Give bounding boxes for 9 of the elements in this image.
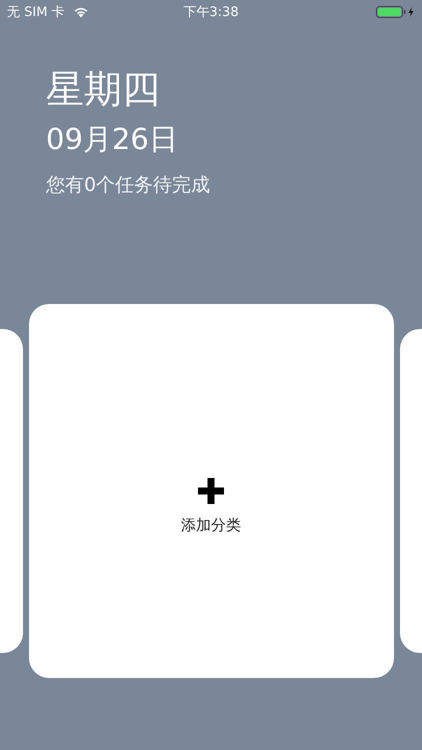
battery-charging-icon: [376, 6, 416, 18]
wifi-icon: [72, 6, 89, 18]
date-label: 09月26日: [46, 121, 179, 158]
plus-icon: [198, 478, 224, 504]
status-time: 下午3:38: [183, 4, 239, 21]
task-summary: 您有0个任务待完成: [46, 173, 212, 198]
add-category-card[interactable]: 添加分类: [28, 304, 394, 678]
carrier-label: 无 SIM 卡: [7, 4, 65, 21]
weekday-title: 星期四: [46, 66, 161, 112]
